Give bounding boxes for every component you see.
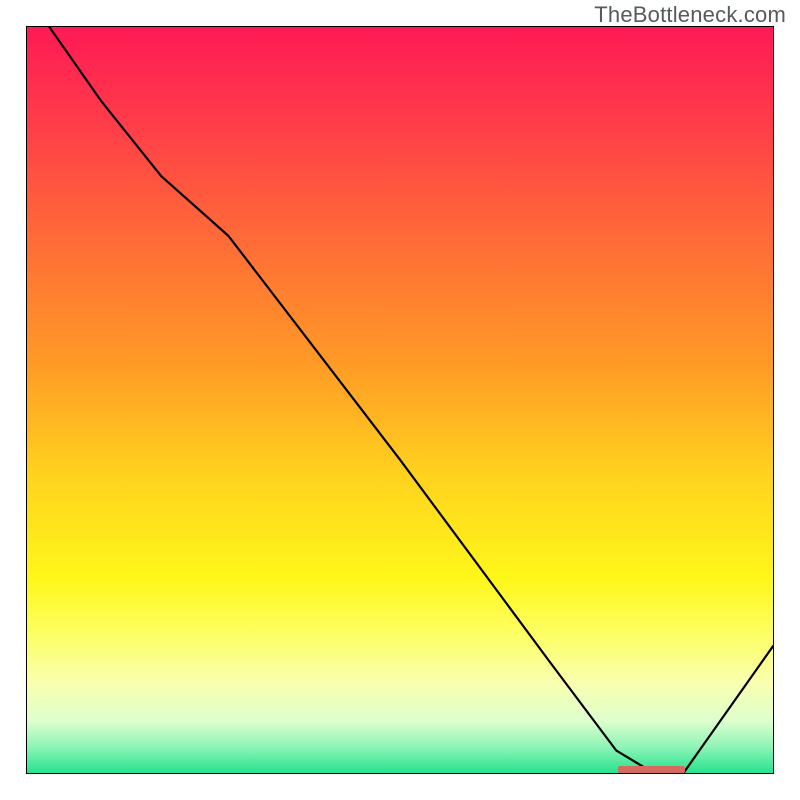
chart-container: TheBottleneck.com — [0, 0, 800, 800]
plot-area — [26, 26, 774, 774]
gradient-background — [27, 27, 773, 773]
bottleneck-chart — [27, 27, 773, 773]
watermark-text: TheBottleneck.com — [594, 2, 786, 28]
optimal-range-marker — [618, 766, 685, 773]
